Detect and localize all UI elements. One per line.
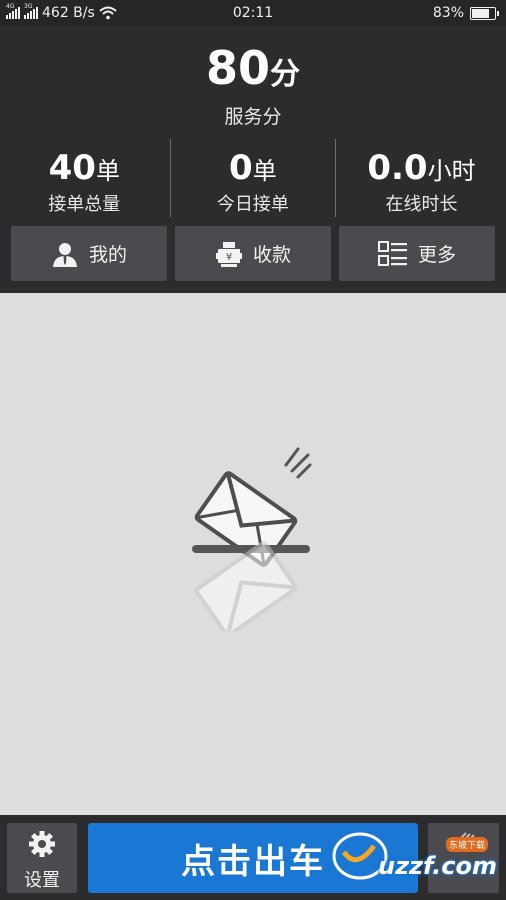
stat-today-orders: 0单 今日接单 xyxy=(169,138,338,220)
status-right: 83% xyxy=(432,0,499,26)
stat-value: 40 xyxy=(48,148,96,188)
stats-row: 40单 接单总量 0单 今日接单 0.0小时 在线时长 xyxy=(0,138,506,220)
mine-button[interactable]: 我的 xyxy=(11,226,167,281)
gear-icon xyxy=(29,831,55,857)
list-grid-icon xyxy=(377,240,407,266)
dashboard-header: 80分 服务分 40单 接单总量 0单 今日接单 0.0小时 在线时长 我的 ¥… xyxy=(0,26,506,293)
battery-icon xyxy=(470,6,499,20)
stat-online-hours: 0.0小时 在线时长 xyxy=(337,138,506,220)
service-score: 80分 xyxy=(0,41,506,95)
score-label: 服务分 xyxy=(224,106,282,128)
collect-label: 收款 xyxy=(252,244,291,266)
stat-total-orders: 40单 接单总量 xyxy=(0,138,169,220)
order-area xyxy=(0,293,506,815)
stat-value: 0 xyxy=(229,148,253,188)
action-buttons: 我的 ¥ 收款 更多 xyxy=(11,226,495,281)
score-unit: 分 xyxy=(270,57,300,92)
score-value: 80 xyxy=(205,41,270,95)
stat-divider xyxy=(170,139,171,217)
stat-value: 0.0 xyxy=(367,148,428,188)
more-label: 更多 xyxy=(417,244,456,266)
cash-register-icon: ¥ xyxy=(215,241,242,267)
watermark-text: uzzf.com xyxy=(378,852,497,880)
envelope-icon xyxy=(192,447,312,631)
more-button[interactable]: 更多 xyxy=(339,226,495,281)
status-time: 02:11 xyxy=(232,5,274,21)
stat-unit: 小时 xyxy=(427,157,476,185)
stat-label: 接单总量 xyxy=(48,194,121,215)
battery-percent: 83% xyxy=(432,5,464,21)
stat-unit: 单 xyxy=(95,157,120,185)
settings-button[interactable]: 设置 xyxy=(7,823,77,893)
watermark-sub: 东坡下载 xyxy=(446,837,489,852)
person-icon xyxy=(52,242,77,267)
mine-label: 我的 xyxy=(88,244,127,266)
go-online-button[interactable]: 点击出车 xyxy=(88,823,418,893)
go-online-label: 点击出车 xyxy=(181,841,325,882)
svg-text:¥: ¥ xyxy=(226,252,232,263)
status-bar: 4G 3G 462 B/s 02:11 83% xyxy=(0,0,506,26)
stat-label: 在线时长 xyxy=(385,194,458,215)
stat-divider xyxy=(335,139,336,217)
battery-fill xyxy=(472,8,489,18)
settings-label: 设置 xyxy=(24,870,60,891)
stat-label: 今日接单 xyxy=(216,194,289,215)
stat-unit: 单 xyxy=(252,157,277,185)
collect-payment-button[interactable]: ¥ 收款 xyxy=(175,226,331,281)
